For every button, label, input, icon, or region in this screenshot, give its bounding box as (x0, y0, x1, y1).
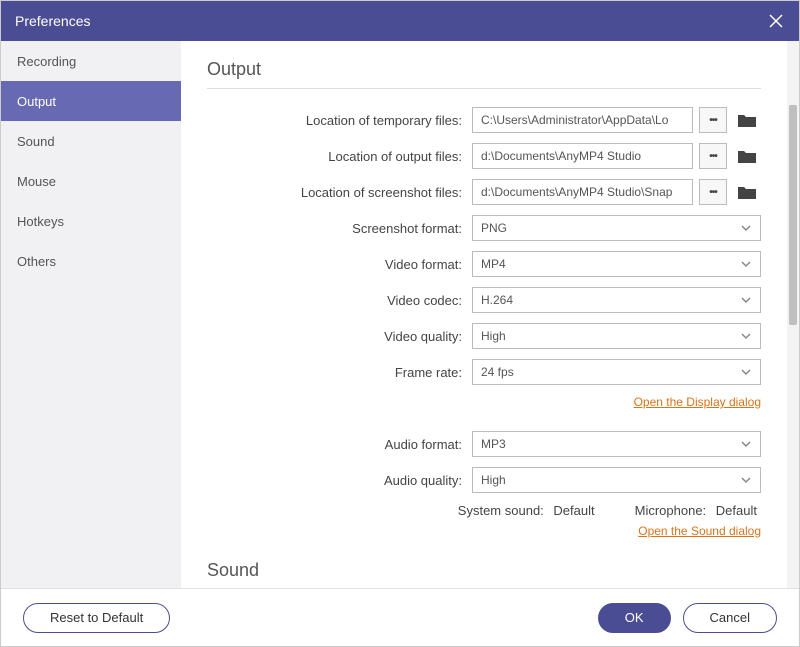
folder-icon (737, 112, 757, 128)
scrollbar-thumb[interactable] (789, 105, 797, 325)
section-title-output: Output (207, 59, 761, 80)
row-audio-quality: Audio quality: High (207, 467, 761, 493)
sidebar-item-label: Recording (17, 54, 76, 69)
microphone-default: Microphone: Default (635, 503, 757, 518)
microphone-value: Default (716, 503, 757, 518)
select-screenshot-format[interactable]: PNG (472, 215, 761, 241)
system-sound-label: System sound: (458, 503, 544, 518)
sidebar-item-label: Mouse (17, 174, 56, 189)
ellipsis-icon: ••• (709, 151, 717, 162)
sidebar-item-others[interactable]: Others (1, 241, 181, 281)
sidebar-item-label: Hotkeys (17, 214, 64, 229)
chevron-down-icon (740, 366, 752, 378)
reset-label: Reset to Default (50, 610, 143, 625)
browse-output-files-button[interactable]: ••• (699, 143, 727, 169)
sidebar-item-label: Output (17, 94, 56, 109)
browse-temp-files-button[interactable]: ••• (699, 107, 727, 133)
folder-icon (737, 148, 757, 164)
titlebar: Preferences (1, 1, 799, 41)
label-video-quality: Video quality: (207, 329, 472, 344)
ellipsis-icon: ••• (709, 115, 717, 126)
open-temp-files-folder-button[interactable] (733, 107, 761, 133)
link-row-display: Open the Display dialog (207, 395, 761, 409)
chevron-down-icon (740, 294, 752, 306)
sidebar: Recording Output Sound Mouse Hotkeys Oth… (1, 41, 181, 588)
open-screenshot-files-folder-button[interactable] (733, 179, 761, 205)
select-audio-quality[interactable]: High (472, 467, 761, 493)
label-output-files: Location of output files: (207, 149, 472, 164)
sidebar-item-sound[interactable]: Sound (1, 121, 181, 161)
label-video-format: Video format: (207, 257, 472, 272)
folder-icon (737, 184, 757, 200)
link-row-sound: Open the Sound dialog (207, 524, 761, 538)
row-screenshot-format: Screenshot format: PNG (207, 215, 761, 241)
label-audio-format: Audio format: (207, 437, 472, 452)
row-video-codec: Video codec: H.264 (207, 287, 761, 313)
open-sound-dialog-link[interactable]: Open the Sound dialog (638, 524, 761, 538)
ok-button[interactable]: OK (598, 603, 671, 633)
sidebar-item-label: Others (17, 254, 56, 269)
row-output-files: Location of output files: d:\Documents\A… (207, 143, 761, 169)
chevron-down-icon (740, 330, 752, 342)
select-frame-rate[interactable]: 24 fps (472, 359, 761, 385)
chevron-down-icon (740, 258, 752, 270)
system-sound-default: System sound: Default (458, 503, 595, 518)
footer: Reset to Default OK Cancel (1, 588, 799, 646)
sidebar-item-mouse[interactable]: Mouse (1, 161, 181, 201)
row-audio-format: Audio format: MP3 (207, 431, 761, 457)
select-video-codec[interactable]: H.264 (472, 287, 761, 313)
sidebar-item-output[interactable]: Output (1, 81, 181, 121)
system-sound-value: Default (553, 503, 594, 518)
close-icon[interactable] (767, 12, 785, 30)
ok-label: OK (625, 610, 644, 625)
sidebar-item-hotkeys[interactable]: Hotkeys (1, 201, 181, 241)
select-value: H.264 (481, 293, 513, 307)
label-screenshot-format: Screenshot format: (207, 221, 472, 236)
label-frame-rate: Frame rate: (207, 365, 472, 380)
label-audio-quality: Audio quality: (207, 473, 472, 488)
section-divider (207, 88, 761, 89)
main-content: Output Location of temporary files: C:\U… (181, 41, 787, 588)
input-screenshot-files[interactable]: d:\Documents\AnyMP4 Studio\Snap (472, 179, 693, 205)
reset-to-default-button[interactable]: Reset to Default (23, 603, 170, 633)
label-screenshot-files: Location of screenshot files: (207, 185, 472, 200)
select-video-quality[interactable]: High (472, 323, 761, 349)
cancel-label: Cancel (710, 610, 750, 625)
window-title: Preferences (15, 13, 90, 29)
row-frame-rate: Frame rate: 24 fps (207, 359, 761, 385)
sidebar-item-recording[interactable]: Recording (1, 41, 181, 81)
row-video-quality: Video quality: High (207, 323, 761, 349)
body: Recording Output Sound Mouse Hotkeys Oth… (1, 41, 799, 588)
select-audio-format[interactable]: MP3 (472, 431, 761, 457)
input-output-files[interactable]: d:\Documents\AnyMP4 Studio (472, 143, 693, 169)
scrollbar[interactable] (787, 41, 799, 588)
select-value: MP4 (481, 257, 506, 271)
select-video-format[interactable]: MP4 (472, 251, 761, 277)
open-display-dialog-link[interactable]: Open the Display dialog (634, 395, 761, 409)
select-value: MP3 (481, 437, 506, 451)
row-temp-files: Location of temporary files: C:\Users\Ad… (207, 107, 761, 133)
sidebar-item-label: Sound (17, 134, 55, 149)
row-video-format: Video format: MP4 (207, 251, 761, 277)
cancel-button[interactable]: Cancel (683, 603, 777, 633)
preferences-window: Preferences Recording Output Sound Mouse… (0, 0, 800, 647)
input-temp-files[interactable]: C:\Users\Administrator\AppData\Lo (472, 107, 693, 133)
row-screenshot-files: Location of screenshot files: d:\Documen… (207, 179, 761, 205)
label-video-codec: Video codec: (207, 293, 472, 308)
label-temp-files: Location of temporary files: (207, 113, 472, 128)
microphone-label: Microphone: (635, 503, 707, 518)
open-output-files-folder-button[interactable] (733, 143, 761, 169)
select-value: High (481, 329, 506, 343)
section-title-sound: Sound (207, 560, 761, 581)
main: Output Location of temporary files: C:\U… (181, 41, 799, 588)
audio-defaults-row: System sound: Default Microphone: Defaul… (207, 503, 761, 518)
select-value: 24 fps (481, 365, 514, 379)
chevron-down-icon (740, 474, 752, 486)
ellipsis-icon: ••• (709, 187, 717, 198)
select-value: PNG (481, 221, 507, 235)
chevron-down-icon (740, 222, 752, 234)
chevron-down-icon (740, 438, 752, 450)
select-value: High (481, 473, 506, 487)
browse-screenshot-files-button[interactable]: ••• (699, 179, 727, 205)
